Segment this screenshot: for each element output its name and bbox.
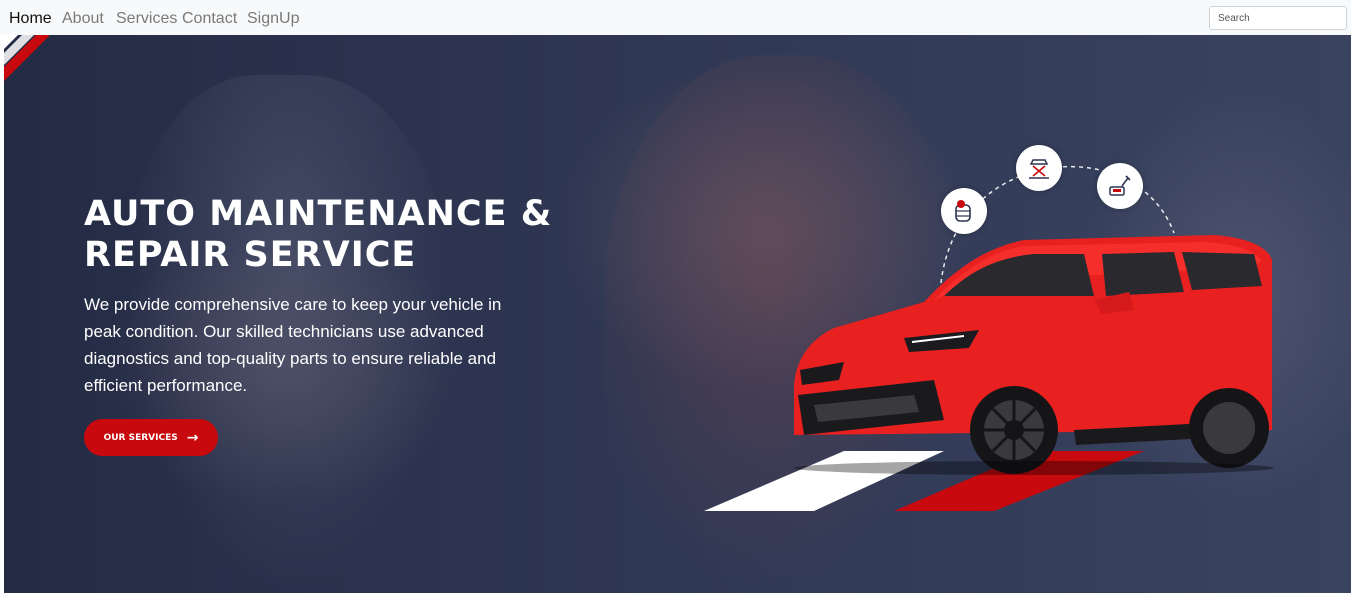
tire-service-icon [941, 188, 987, 234]
red-suv-image [794, 235, 1274, 475]
hero-section: AUTO MAINTENANCE & REPAIR SERVICE We pro… [4, 35, 1351, 593]
arrow-right-icon: → [186, 429, 199, 446]
nav-link-about[interactable]: About [62, 9, 104, 28]
our-services-button[interactable]: OUR SERVICES → [84, 419, 218, 456]
our-services-label: OUR SERVICES [103, 432, 178, 443]
hero-title: AUTO MAINTENANCE & REPAIR SERVICE [84, 194, 553, 275]
nav-link-contact[interactable]: Contact [182, 9, 237, 28]
navbar: Home About Services Contact SignUp [0, 0, 1351, 35]
corner-stripe-decoration [4, 35, 50, 81]
hero-description: We provide comprehensive care to keep yo… [84, 295, 502, 395]
search-input[interactable] [1209, 6, 1347, 30]
oil-service-icon [1097, 163, 1143, 209]
nav-link-signup[interactable]: SignUp [247, 9, 299, 28]
nav-link-home[interactable]: Home [9, 9, 52, 28]
nav-link-services[interactable]: Services [116, 9, 177, 28]
car-lift-icon [1016, 145, 1062, 191]
